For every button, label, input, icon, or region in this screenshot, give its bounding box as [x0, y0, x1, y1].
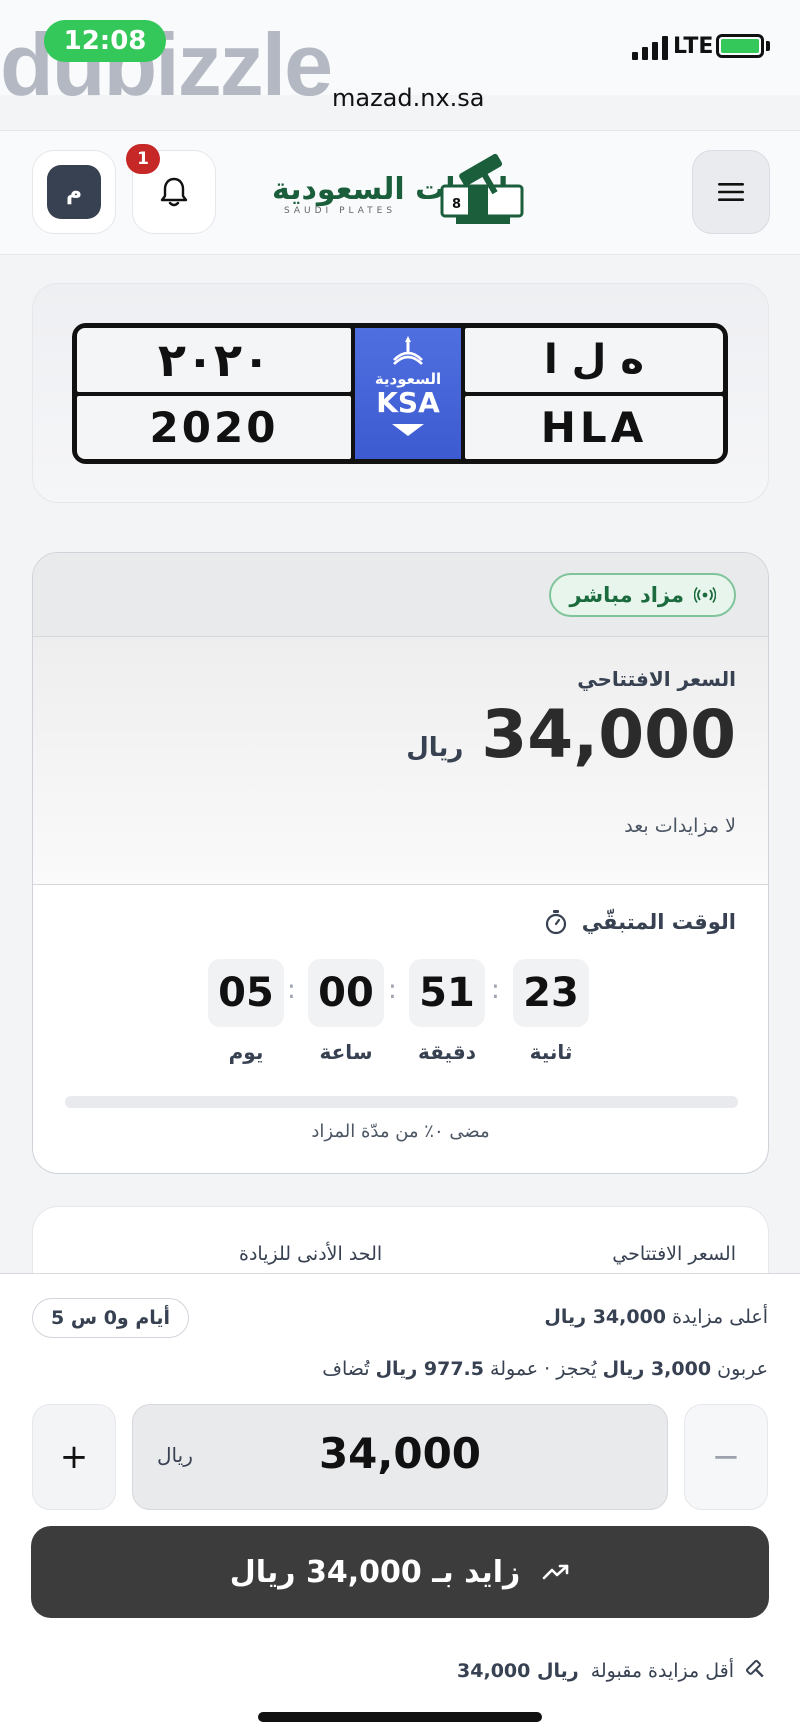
details-opening-price-label: السعر الافتتاحي [612, 1243, 736, 1265]
time-left-label: الوقت المتبقّي [581, 910, 736, 934]
commission-value: 977.5 ريال [375, 1358, 484, 1380]
plate-numbers-english: 2020 [77, 396, 351, 459]
svg-text:8: 8 [452, 197, 461, 212]
countdown-minutes-label: دقيقة [417, 1040, 477, 1064]
avatar-icon: م [47, 165, 101, 219]
auction-progress-track [65, 1096, 738, 1108]
min-bid-line: 34,000 ريال أقل مزايدة مقبولة [457, 1660, 768, 1682]
elapsed-text: مضى ٠٪ من مدّة المزاد [311, 1121, 490, 1142]
bid-amount-field[interactable]: ريال 34,000 [132, 1404, 668, 1510]
network-label: LTE [673, 34, 714, 59]
gavel-icon [746, 1660, 764, 1678]
menu-icon [718, 183, 744, 201]
bell-icon [160, 177, 188, 207]
price-currency: ريال [406, 733, 464, 763]
countdown-separator: : [388, 975, 397, 1005]
license-plate: ٢٠٢٠ 2020 السعودية KSA ه ل ا HLA [72, 323, 728, 464]
countdown-days: 05 [208, 959, 284, 1027]
countdown-hours-label: ساعة [319, 1040, 373, 1064]
live-auction-badge: مزاد مباشر [549, 573, 736, 617]
trending-up-icon [543, 1564, 569, 1580]
auction-card: مزاد مباشر السعر الافتتاحي ريال 34,000 ل… [32, 552, 769, 1174]
countdown-hours: 00 [308, 959, 384, 1027]
countdown-separator: : [491, 975, 500, 1005]
commission-suffix: تُضاف [322, 1358, 370, 1380]
place-bid-button[interactable]: زايد بـ 34,000 ريال [31, 1526, 769, 1618]
auction-card-header: مزاد مباشر [33, 553, 768, 637]
bid-sheet: أيام و0 س 5 أعلى مزايدة 34,000 ريال عربو… [0, 1273, 800, 1731]
highest-bid-line: أعلى مزايدة 34,000 ريال [544, 1306, 768, 1328]
countdown-days-label: يوم [228, 1040, 264, 1064]
countdown-seconds-label: ثانية [529, 1040, 573, 1064]
plate-country-strip: السعودية KSA [355, 328, 461, 459]
countdown-seconds: 23 [513, 959, 589, 1027]
opening-price: ريال 34,000 [406, 699, 736, 771]
logo-subtitle: SAUDI PLATES [284, 206, 397, 216]
battery-icon [716, 34, 764, 58]
gavel-logo-icon: 8 [440, 153, 524, 224]
details-min-increment-label: الحد الأدنى للزيادة [239, 1243, 383, 1265]
highest-bid-label: أعلى مزايدة [672, 1306, 768, 1328]
price-section: السعر الافتتاحي ريال 34,000 لا مزايدات ب… [33, 637, 768, 885]
increase-bid-button[interactable]: + [32, 1404, 116, 1510]
price-value: 34,000 [481, 696, 736, 773]
min-bid-value: 34,000 ريال [457, 1660, 579, 1682]
bid-amount-value[interactable]: 34,000 [133, 1429, 667, 1478]
stopwatch-icon [545, 910, 566, 935]
account-button[interactable]: م [32, 150, 116, 234]
broadcast-icon [694, 587, 716, 603]
countdown-minutes: 51 [409, 959, 485, 1027]
plate-arrow-icon [392, 424, 424, 436]
countdown-separator: : [287, 975, 296, 1005]
emblem-icon [393, 336, 423, 365]
commission-label: · عمولة [490, 1358, 551, 1380]
status-time: 12:08 [44, 20, 166, 62]
plate-letters-english: HLA [465, 396, 723, 459]
no-bids-text: لا مزايدات بعد [624, 815, 736, 837]
plate-country-english: KSA [376, 386, 440, 419]
deposit-suffix: يُحجز [556, 1358, 597, 1380]
highest-bid-value: 34,000 ريال [544, 1306, 667, 1328]
plate-letters-arabic: ه ل ا [465, 328, 723, 392]
notification-badge: 1 [126, 144, 160, 174]
deposit-label: عربون [717, 1358, 768, 1380]
opening-price-label: السعر الافتتاحي [577, 667, 736, 691]
battery-tip [766, 41, 770, 51]
plate-numbers-arabic: ٢٠٢٠ [77, 328, 351, 392]
url-text[interactable]: mazad.nx.sa [332, 84, 485, 112]
signal-icon [632, 36, 668, 60]
deposit-value: 3,000 ريال [602, 1358, 712, 1380]
live-auction-label: مزاد مباشر [569, 583, 684, 607]
decrease-bid-button[interactable]: − [684, 1404, 768, 1510]
fees-line: عربون 3,000 ريال يُحجز · عمولة 977.5 ريا… [322, 1358, 768, 1380]
time-left-heading: الوقت المتبقّي [544, 909, 736, 935]
menu-button[interactable] [692, 150, 770, 234]
home-indicator[interactable] [258, 1712, 542, 1722]
place-bid-label: زايد بـ 34,000 ريال [229, 1554, 521, 1590]
min-bid-label: أقل مزايدة مقبولة [590, 1660, 734, 1682]
time-remaining-chip: أيام و0 س 5 [32, 1298, 190, 1338]
